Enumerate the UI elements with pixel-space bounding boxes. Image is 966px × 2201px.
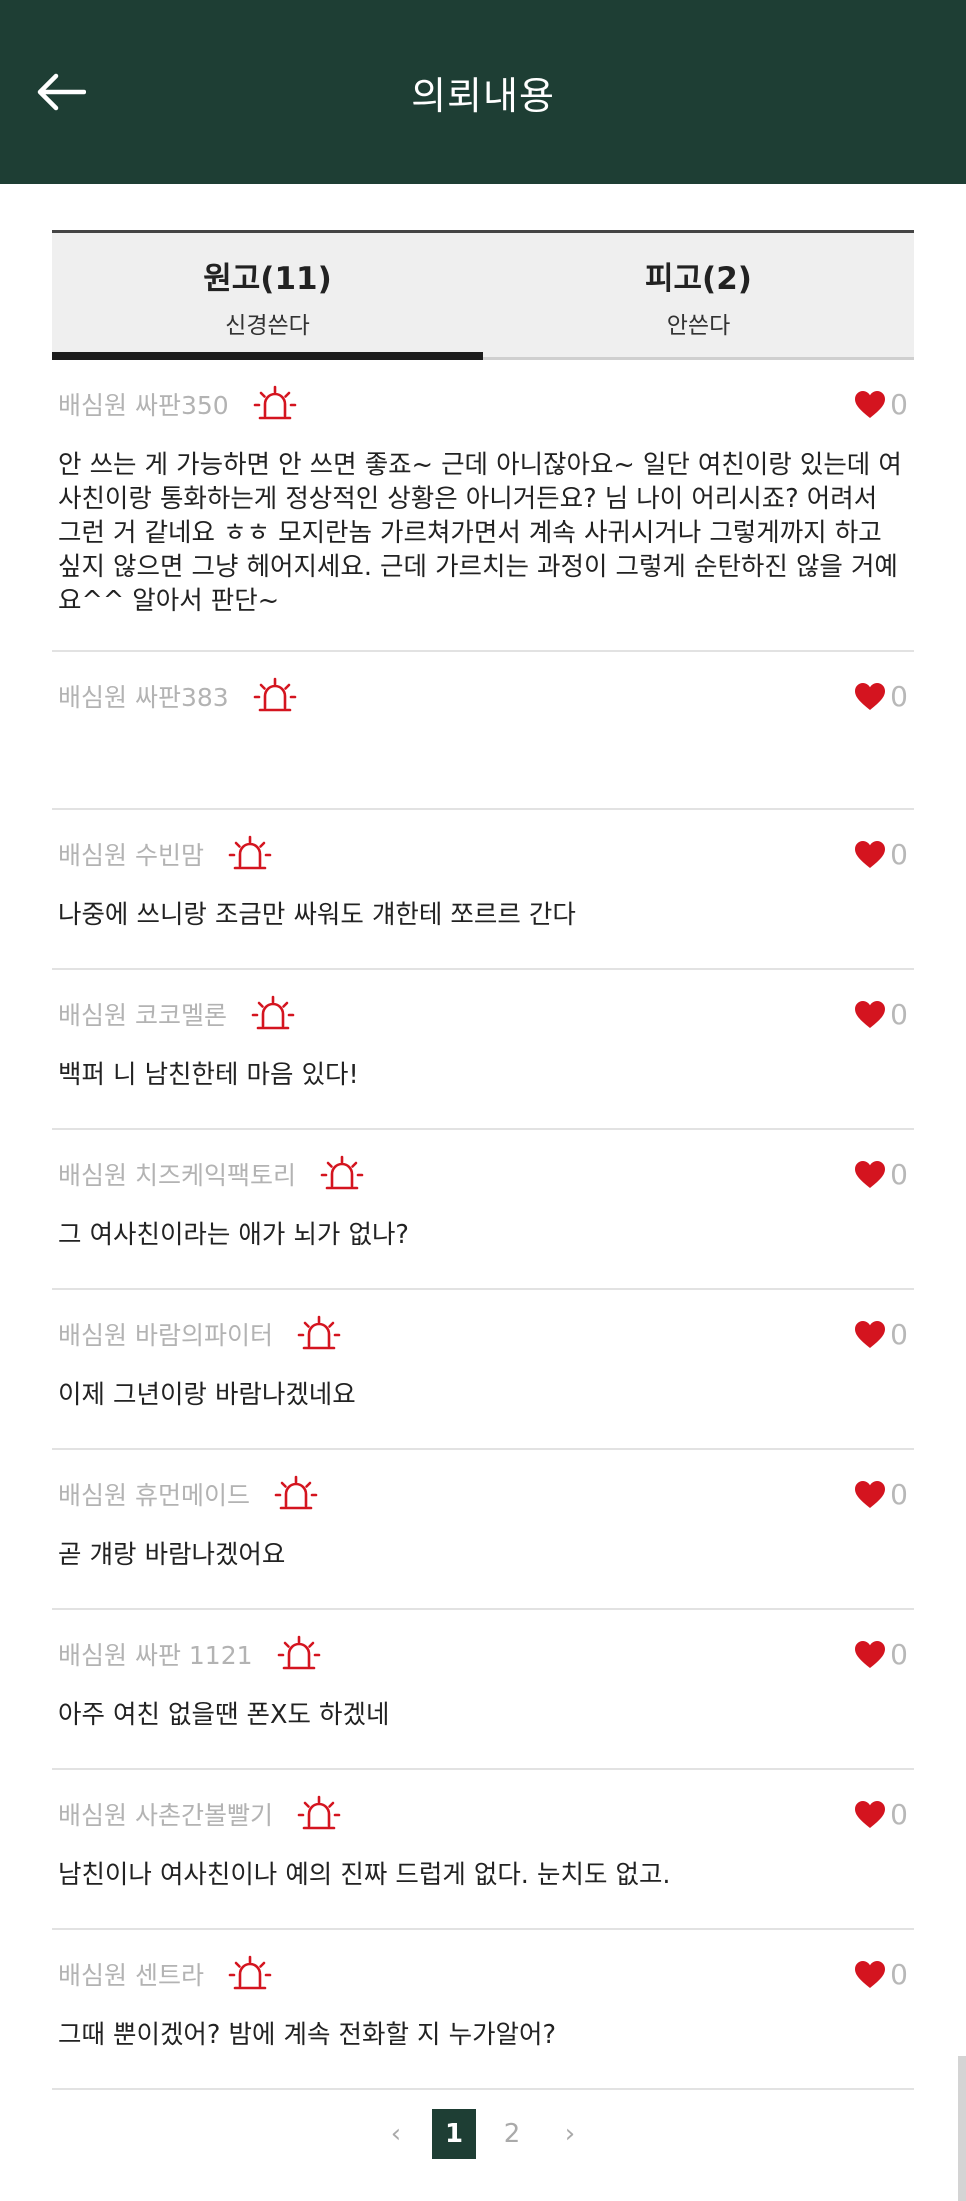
like-button[interactable]: 0 bbox=[854, 1158, 908, 1191]
like-count: 0 bbox=[890, 680, 908, 713]
comment-text: 안 쓰는 게 가능하면 안 쓰면 좋죠~ 근데 아니잖아요~ 일단 여친이랑 있… bbox=[58, 450, 902, 616]
heart-icon bbox=[855, 840, 886, 868]
comment-author: 배심원 싸판350 bbox=[58, 391, 229, 420]
comment-author: 배심원 수빈맘 bbox=[58, 841, 204, 870]
comment-text: 이제 그년이랑 바람나겠네요 bbox=[58, 1380, 356, 1410]
comment-item: 배심원 싸판 1121 0 아주 여친 없을땐 폰X도 하겠네 bbox=[52, 1610, 914, 1770]
heart-icon bbox=[855, 1800, 886, 1828]
comment-text: 남친이나 여사친이나 예의 진짜 드럽게 없다. 눈치도 없고. bbox=[58, 1860, 671, 1890]
report-siren-icon[interactable] bbox=[320, 1154, 364, 1194]
report-siren-icon[interactable] bbox=[277, 1634, 321, 1674]
prev-page-button[interactable]: ‹ bbox=[367, 2109, 425, 2159]
tab-plaintiff[interactable]: 원고(11) 신경쓴다 bbox=[52, 233, 483, 360]
report-siren-icon[interactable] bbox=[253, 676, 297, 716]
comment-list: 배심원 싸판350 0 안 쓰는 게 가능하면 안 쓰면 좋죠~ 근데 아니잖아… bbox=[52, 360, 914, 2090]
heart-icon bbox=[855, 1320, 886, 1348]
comment-item: 배심원 휴먼메이드 0 곧 걔랑 바람나겠어요 bbox=[52, 1450, 914, 1610]
comment-header: 배심원 바람의파이터 bbox=[52, 1290, 914, 1378]
tab-plaintiff-title: 원고(11) bbox=[203, 261, 332, 297]
like-button[interactable]: 0 bbox=[854, 1798, 908, 1831]
comment-header: 배심원 싸판350 bbox=[52, 360, 914, 448]
like-count: 0 bbox=[890, 838, 908, 871]
comment-author: 배심원 센트라 bbox=[58, 1961, 204, 1990]
report-siren-icon[interactable] bbox=[228, 1954, 272, 1994]
comment-header: 배심원 싸판 1121 bbox=[52, 1610, 914, 1698]
next-page-button[interactable]: › bbox=[541, 2109, 599, 2159]
comment-item: 배심원 사촌간볼빨기 0 남친이나 여사친이나 예의 진짜 드럽게 없다. 눈치… bbox=[52, 1770, 914, 1930]
like-count: 0 bbox=[890, 1318, 908, 1351]
comment-text: 나중에 쓰니랑 조금만 싸워도 걔한테 쪼르르 간다 bbox=[58, 900, 576, 930]
comment-header: 배심원 싸판383 bbox=[52, 652, 914, 740]
like-count: 0 bbox=[890, 388, 908, 421]
arrow-left-icon bbox=[37, 73, 86, 111]
verdict-tabs: 원고(11) 신경쓴다 피고(2) 안쓴다 bbox=[52, 230, 914, 360]
comment-header: 배심원 치즈케익팩토리 bbox=[52, 1130, 914, 1218]
report-siren-icon[interactable] bbox=[228, 834, 272, 874]
heart-icon bbox=[855, 1960, 886, 1988]
page-1-button[interactable]: 1 bbox=[432, 2109, 476, 2159]
heart-icon bbox=[855, 390, 886, 418]
like-button[interactable]: 0 bbox=[854, 998, 908, 1031]
heart-icon bbox=[855, 1480, 886, 1508]
report-siren-icon[interactable] bbox=[297, 1794, 341, 1834]
comment-item: 배심원 코코멜론 0 백퍼 니 남친한테 마음 있다! bbox=[52, 970, 914, 1130]
like-count: 0 bbox=[890, 1798, 908, 1831]
comment-item: 배심원 싸판383 0 bbox=[52, 652, 914, 810]
like-button[interactable]: 0 bbox=[854, 680, 908, 713]
comment-item: 배심원 싸판350 0 안 쓰는 게 가능하면 안 쓰면 좋죠~ 근데 아니잖아… bbox=[52, 360, 914, 652]
like-count: 0 bbox=[890, 1958, 908, 1991]
comment-header: 배심원 수빈맘 bbox=[52, 810, 914, 898]
comment-item: 배심원 바람의파이터 0 이제 그년이랑 바람나겠네요 bbox=[52, 1290, 914, 1450]
like-button[interactable]: 0 bbox=[854, 1638, 908, 1671]
comment-author: 배심원 코코멜론 bbox=[58, 1001, 227, 1030]
comment-item: 배심원 수빈맘 0 나중에 쓰니랑 조금만 싸워도 걔한테 쪼르르 간다 bbox=[52, 810, 914, 970]
like-button[interactable]: 0 bbox=[854, 1318, 908, 1351]
comment-text: 그때 뿐이겠어? 밤에 계속 전화할 지 누가알어? bbox=[58, 2020, 556, 2050]
comment-header: 배심원 휴먼메이드 bbox=[52, 1450, 914, 1538]
like-count: 0 bbox=[890, 1638, 908, 1671]
tab-defendant-title: 피고(2) bbox=[645, 261, 752, 297]
heart-icon bbox=[855, 1640, 886, 1668]
comment-text: 그 여사친이라는 애가 뇌가 없나? bbox=[58, 1220, 409, 1250]
comment-author: 배심원 싸판 1121 bbox=[58, 1641, 253, 1670]
back-button[interactable] bbox=[30, 62, 90, 122]
report-siren-icon[interactable] bbox=[297, 1314, 341, 1354]
like-count: 0 bbox=[890, 1158, 908, 1191]
comment-header: 배심원 센트라 bbox=[52, 1930, 914, 2018]
scrollbar[interactable] bbox=[958, 2056, 966, 2201]
like-button[interactable]: 0 bbox=[854, 1958, 908, 1991]
comment-text: 백퍼 니 남친한테 마음 있다! bbox=[58, 1060, 359, 1090]
comment-text bbox=[52, 740, 914, 772]
comment-item: 배심원 치즈케익팩토리 0 그 여사친이라는 애가 뇌가 없나? bbox=[52, 1130, 914, 1290]
like-button[interactable]: 0 bbox=[854, 388, 908, 421]
comment-author: 배심원 바람의파이터 bbox=[58, 1321, 273, 1350]
heart-icon bbox=[855, 1160, 886, 1188]
comment-text: 아주 여친 없을땐 폰X도 하겠네 bbox=[58, 1700, 390, 1730]
pagination: ‹ 1 2 › bbox=[0, 2108, 966, 2160]
comment-author: 배심원 싸판383 bbox=[58, 683, 229, 712]
report-siren-icon[interactable] bbox=[253, 384, 297, 424]
like-button[interactable]: 0 bbox=[854, 838, 908, 871]
like-button[interactable]: 0 bbox=[854, 1478, 908, 1511]
tab-defendant[interactable]: 피고(2) 안쓴다 bbox=[483, 233, 914, 360]
heart-icon bbox=[855, 1000, 886, 1028]
comment-text: 곧 걔랑 바람나겠어요 bbox=[58, 1540, 286, 1570]
heart-icon bbox=[855, 682, 886, 710]
comment-author: 배심원 사촌간볼빨기 bbox=[58, 1801, 273, 1830]
like-count: 0 bbox=[890, 1478, 908, 1511]
comment-author: 배심원 치즈케익팩토리 bbox=[58, 1161, 296, 1190]
like-count: 0 bbox=[890, 998, 908, 1031]
report-siren-icon[interactable] bbox=[274, 1474, 318, 1514]
comment-header: 배심원 사촌간볼빨기 bbox=[52, 1770, 914, 1858]
comment-header: 배심원 코코멜론 bbox=[52, 970, 914, 1058]
app-header: 의뢰내용 bbox=[0, 0, 966, 184]
page-2-button[interactable]: 2 bbox=[483, 2109, 541, 2159]
tab-plaintiff-sub: 신경쓴다 bbox=[225, 313, 310, 339]
comment-author: 배심원 휴먼메이드 bbox=[58, 1481, 250, 1510]
tab-defendant-sub: 안쓴다 bbox=[666, 313, 731, 339]
comment-item: 배심원 센트라 0 그때 뿐이겠어? 밤에 계속 전화할 지 누가알어? bbox=[52, 1930, 914, 2090]
report-siren-icon[interactable] bbox=[251, 994, 295, 1034]
page-title: 의뢰내용 bbox=[411, 73, 555, 118]
